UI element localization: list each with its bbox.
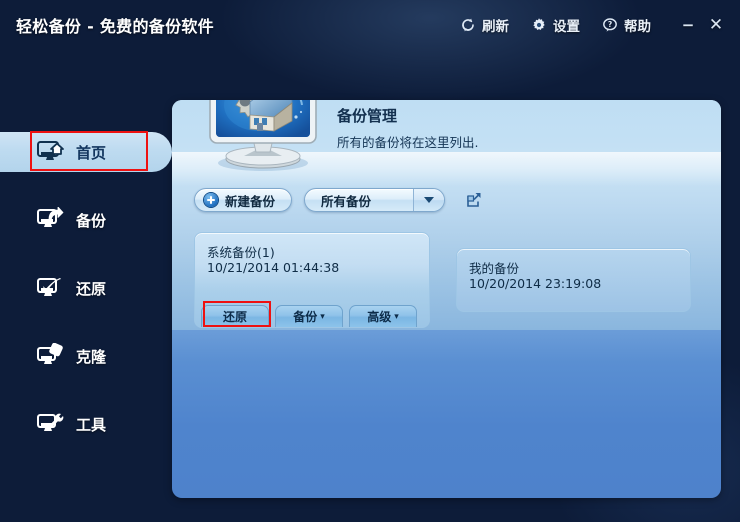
backup-card-date: 10/20/2014 23:19:08 <box>469 276 602 291</box>
help-icon: ? <box>602 17 618 33</box>
backup-filter-value: 所有备份 <box>321 193 372 209</box>
help-label: 帮助 <box>624 19 651 35</box>
monitor-backup-icon <box>36 206 64 233</box>
app-title: 轻松备份 - 免费的备份软件 <box>16 17 214 36</box>
export-icon[interactable] <box>465 192 482 209</box>
backup-card-title: 我的备份 <box>469 261 520 276</box>
new-backup-label: 新建备份 <box>225 193 276 209</box>
title-bar: 轻松备份 - 免费的备份软件 刷新 设置 ? 帮助 − ✕ <box>0 0 740 52</box>
monitor-tools-icon <box>36 411 64 437</box>
settings-label: 设置 <box>553 19 580 35</box>
sidebar-item-restore[interactable]: 还原 <box>18 268 168 308</box>
chevron-down-icon[interactable] <box>413 189 445 211</box>
new-backup-button[interactable]: 新建备份 <box>194 188 293 212</box>
svg-text:?: ? <box>608 20 612 29</box>
sidebar-item-tools[interactable]: 工具 <box>18 404 168 444</box>
refresh-icon <box>460 17 476 33</box>
backup-card-actions: 还原 备份 ▾ 高级 ▾ <box>201 305 417 327</box>
backup-filter-dropdown[interactable]: 所有备份 <box>304 188 446 212</box>
page-subtitle: 所有的备份将在这里列出. <box>337 135 479 150</box>
backup-button[interactable]: 备份 ▾ <box>275 305 343 327</box>
refresh-label: 刷新 <box>482 19 509 35</box>
restore-button-label: 还原 <box>222 310 247 324</box>
sidebar-item-clone[interactable]: 克隆 <box>18 336 168 376</box>
backup-card-date: 10/21/2014 01:44:38 <box>207 260 340 275</box>
backup-card[interactable]: 我的备份 10/20/2014 23:19:08 <box>456 248 691 312</box>
monitor-restore-icon <box>36 275 64 301</box>
main-panel: 备份管理 所有的备份将在这里列出. 新建备份 所有备份 系统备份(1) 10/2… <box>172 100 721 498</box>
sidebar: 首页 备份 还原 克隆 工具 <box>0 120 175 490</box>
gear-icon <box>531 17 547 33</box>
page-title: 备份管理 <box>337 107 398 125</box>
sidebar-item-label: 还原 <box>76 279 107 298</box>
sidebar-item-backup[interactable]: 备份 <box>18 200 168 240</box>
command-bar: 新建备份 所有备份 <box>194 188 482 212</box>
sidebar-item-home[interactable]: 首页 <box>0 132 172 172</box>
help-button[interactable]: ? 帮助 <box>591 12 662 38</box>
application-window: 轻松备份 - 免费的备份软件 刷新 设置 ? 帮助 − ✕ 备份管理 所有的备份… <box>0 0 740 522</box>
monitor-gear-house-icon <box>200 100 326 175</box>
sidebar-item-label: 克隆 <box>76 347 107 366</box>
backup-card-title: 系统备份(1) <box>207 245 275 260</box>
sidebar-item-label: 备份 <box>76 211 107 230</box>
restore-button[interactable]: 还原 <box>201 305 269 327</box>
chevron-down-icon: ▾ <box>394 312 399 322</box>
minimize-button[interactable]: − <box>674 13 702 37</box>
sidebar-item-label: 工具 <box>76 415 107 434</box>
settings-button[interactable]: 设置 <box>520 12 591 38</box>
monitor-home-icon <box>36 139 64 165</box>
sidebar-item-label: 首页 <box>76 143 107 162</box>
advanced-button-label: 高级 <box>367 310 392 324</box>
plus-icon <box>204 193 218 207</box>
refresh-button[interactable]: 刷新 <box>449 12 520 38</box>
monitor-clone-icon <box>36 342 64 369</box>
advanced-button[interactable]: 高级 ▾ <box>349 305 417 327</box>
backup-button-label: 备份 <box>293 310 318 324</box>
window-tools: 刷新 设置 ? 帮助 − ✕ <box>449 12 740 38</box>
close-button[interactable]: ✕ <box>702 13 730 37</box>
backup-card[interactable]: 系统备份(1) 10/21/2014 01:44:38 还原 备份 ▾ 高级 ▾ <box>194 232 430 328</box>
chevron-down-icon: ▾ <box>320 312 325 322</box>
